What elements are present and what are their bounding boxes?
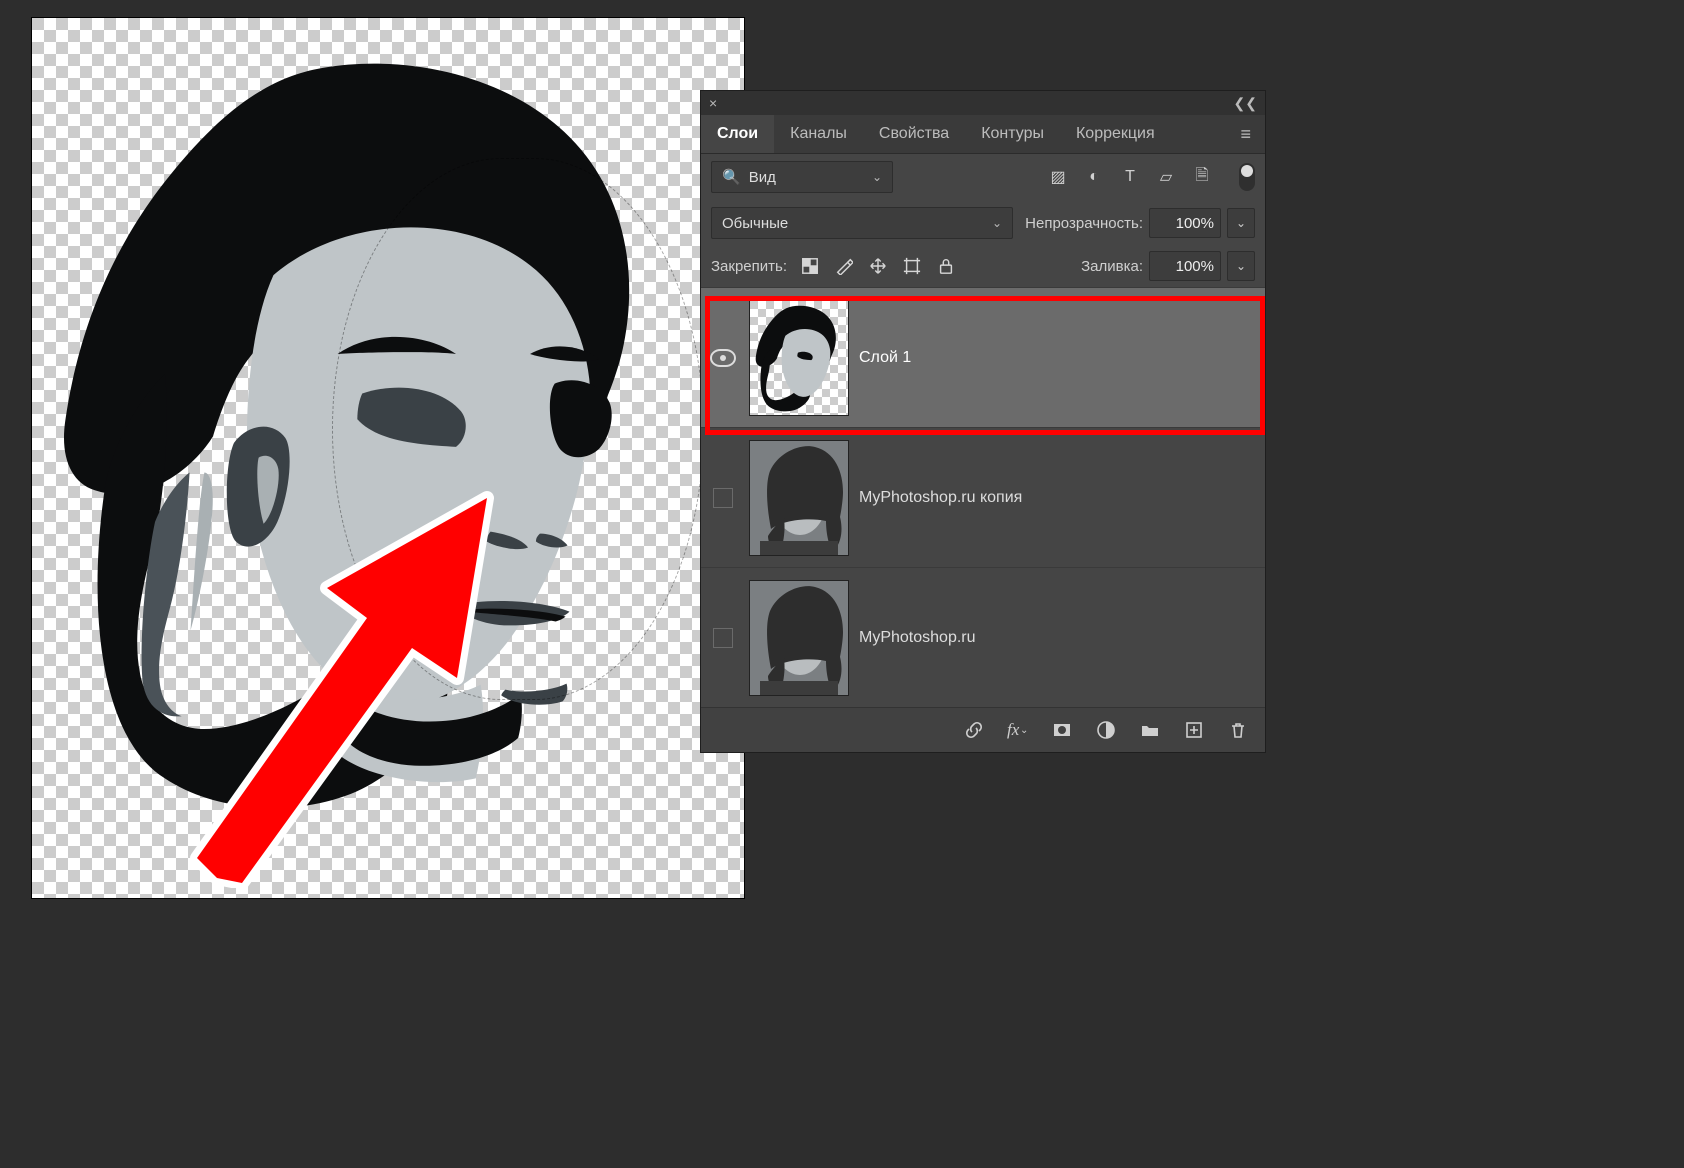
shape-filter-icon[interactable]: ▱ [1155,166,1177,188]
filter-kind-dropdown[interactable]: 🔍 Вид ⌄ [711,161,893,193]
layer-row[interactable]: MyPhotoshop.ru копия [701,427,1265,567]
visibility-toggle[interactable] [707,349,739,367]
lock-label: Закрепить: [711,258,787,275]
panel-menu-icon[interactable]: ≡ [1226,115,1265,153]
search-icon: 🔍 [722,168,741,186]
hidden-slot-icon [713,628,733,648]
image-filter-icon[interactable]: ▨ [1047,166,1069,188]
new-layer-icon[interactable] [1183,719,1205,741]
group-icon[interactable] [1139,719,1161,741]
blend-row: Обычные ⌄ Непрозрачность: 100% ⌄ [701,201,1265,246]
blend-mode-dropdown[interactable]: Обычные ⌄ [711,207,1013,239]
chevron-down-icon: ⌄ [992,216,1002,230]
tab-adjust[interactable]: Коррекция [1060,115,1171,153]
lock-all-icon[interactable] [935,255,957,277]
hidden-slot-icon [713,488,733,508]
fill-chevron[interactable]: ⌄ [1227,251,1255,281]
layer-filter-row: 🔍 Вид ⌄ ▨ ◐ T ▱ 🗎 [701,154,1265,201]
lock-row: Закрепить: Заливка: 100% ⌄ [701,246,1265,287]
visibility-toggle[interactable] [707,628,739,648]
panel-tabs: Слои Каналы Свойства Контуры Коррекция ≡ [701,115,1265,154]
lock-transparent-icon[interactable] [799,255,821,277]
layer-row[interactable]: Слой 1 [701,287,1265,427]
document-canvas[interactable] [32,18,744,898]
blend-mode-value: Обычные [722,215,788,232]
marching-ants-selection [332,158,704,700]
lock-pixels-icon[interactable] [833,255,855,277]
layer-thumbnail[interactable] [749,300,849,416]
adjustment-layer-icon[interactable] [1095,719,1117,741]
fill-value[interactable]: 100% [1149,251,1221,281]
collapse-icon[interactable]: ❮❮ [1234,95,1257,112]
eye-icon [710,349,736,367]
layers-panel: × ❮❮ Слои Каналы Свойства Контуры Коррек… [700,90,1266,753]
fill-label: Заливка: [1081,258,1143,275]
type-filter-icon[interactable]: T [1119,166,1141,188]
opacity-value[interactable]: 100% [1149,208,1221,238]
layer-thumbnail[interactable] [749,580,849,696]
layer-row[interactable]: MyPhotoshop.ru [701,567,1265,707]
trash-icon[interactable] [1227,719,1249,741]
opacity-label: Непрозрачность: [1025,215,1143,232]
tab-properties[interactable]: Свойства [863,115,965,153]
layer-name[interactable]: MyPhotoshop.ru [859,629,976,647]
layer-name[interactable]: Слой 1 [859,349,911,367]
layer-name[interactable]: MyPhotoshop.ru копия [859,489,1022,507]
filter-kind-label: Вид [749,169,776,186]
link-layers-icon[interactable] [963,719,985,741]
layers-footer: fx⌄ [701,707,1265,752]
filter-toggle[interactable] [1239,163,1255,191]
smartobject-filter-icon[interactable]: 🗎 [1191,166,1213,188]
layer-list: Слой 1 MyPhotoshop.ru копия [701,287,1265,707]
tab-paths[interactable]: Контуры [965,115,1060,153]
opacity-chevron[interactable]: ⌄ [1227,208,1255,238]
close-icon[interactable]: × [709,96,717,110]
chevron-down-icon: ⌄ [872,170,882,184]
visibility-toggle[interactable] [707,488,739,508]
adjustment-filter-icon[interactable]: ◐ [1083,166,1105,188]
lock-position-icon[interactable] [867,255,889,277]
workspace: × ❮❮ Слои Каналы Свойства Контуры Коррек… [0,0,1684,1168]
fx-icon[interactable]: fx⌄ [1007,719,1029,741]
tab-layers[interactable]: Слои [701,115,774,153]
tab-channels[interactable]: Каналы [774,115,863,153]
mask-icon[interactable] [1051,719,1073,741]
layer-thumbnail[interactable] [749,440,849,556]
filter-icons: ▨ ◐ T ▱ 🗎 [1047,166,1213,188]
panel-titlebar[interactable]: × ❮❮ [701,91,1265,115]
lock-artboard-icon[interactable] [901,255,923,277]
